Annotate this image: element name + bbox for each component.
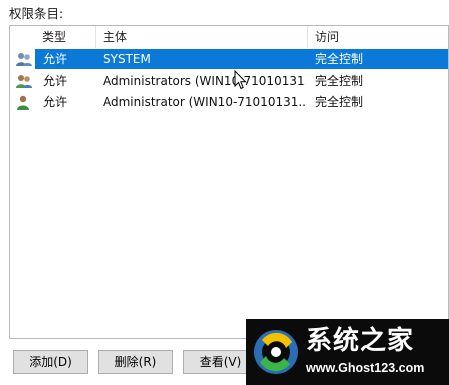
- permission-entries-label: 权限条目:: [9, 6, 64, 21]
- list-header: 类型 主体 访问: [10, 26, 448, 48]
- column-header-principal[interactable]: 主体: [96, 26, 308, 48]
- remove-button[interactable]: 删除(R): [98, 350, 173, 374]
- row-access: 完全控制: [315, 74, 364, 88]
- row-access: 完全控制: [315, 52, 364, 66]
- row-principal: Administrators (WIN10-71010131...: [103, 74, 306, 88]
- watermark-logo: 系统之家 www.Ghost123.com: [246, 319, 449, 385]
- permission-row[interactable]: 允许 Administrator (WIN10-71010131... 完全控制: [10, 92, 448, 112]
- users-group-icon: [16, 75, 32, 88]
- permission-row[interactable]: 允许 SYSTEM 完全控制: [10, 49, 448, 69]
- ghost-logo-icon: [254, 330, 298, 374]
- permission-entries-list[interactable]: 类型 主体 访问 允许 SYSTEM 完全控制 允许 Administrator…: [9, 25, 449, 339]
- row-type: 允许: [43, 95, 68, 109]
- mouse-cursor-icon: [234, 70, 247, 90]
- user-icon: [17, 95, 29, 110]
- permission-row[interactable]: 允许 Administrators (WIN10-71010131... 完全控…: [10, 71, 448, 91]
- watermark-url: www.Ghost123.com: [306, 361, 425, 375]
- row-type: 允许: [43, 52, 68, 66]
- add-button[interactable]: 添加(D): [13, 350, 88, 374]
- row-type: 允许: [43, 74, 68, 88]
- column-header-access[interactable]: 访问: [308, 26, 448, 48]
- row-principal: SYSTEM: [103, 52, 151, 66]
- row-principal: Administrator (WIN10-71010131...: [103, 95, 306, 109]
- row-access: 完全控制: [315, 95, 364, 109]
- watermark-title: 系统之家: [306, 326, 415, 356]
- users-group-icon: [16, 53, 32, 66]
- column-header-type[interactable]: 类型: [35, 26, 96, 48]
